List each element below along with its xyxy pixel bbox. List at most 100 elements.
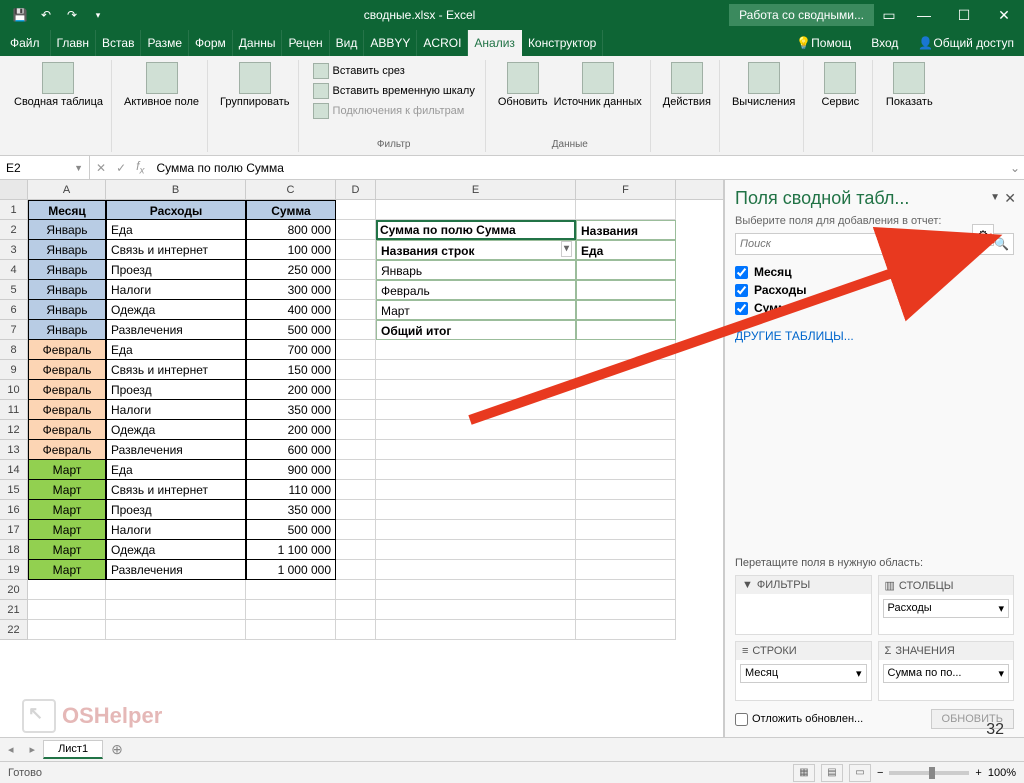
table-header-month[interactable]: Месяц [28, 200, 106, 220]
cell[interactable] [376, 500, 576, 520]
cell[interactable] [336, 440, 376, 460]
row-header[interactable]: 17 [0, 520, 28, 540]
cell[interactable] [576, 400, 676, 420]
cell[interactable] [336, 380, 376, 400]
cell[interactable] [336, 200, 376, 220]
pivot-sum-by-field[interactable]: Сумма по полю Сумма [376, 220, 576, 240]
cell-month[interactable]: Январь [28, 220, 106, 240]
cell[interactable] [376, 440, 576, 460]
row-header[interactable]: 3 [0, 240, 28, 260]
cell-expense[interactable]: Налоги [106, 400, 246, 420]
cell[interactable] [376, 400, 576, 420]
cell-sum[interactable]: 800 000 [246, 220, 336, 240]
cell-month[interactable]: Январь [28, 300, 106, 320]
field-checkbox[interactable] [735, 284, 748, 297]
cell-expense[interactable]: Одежда [106, 420, 246, 440]
cell[interactable] [576, 460, 676, 480]
col-header-C[interactable]: C [246, 180, 336, 199]
cell[interactable] [376, 600, 576, 620]
cell[interactable] [336, 400, 376, 420]
cell[interactable] [376, 200, 576, 220]
cell[interactable] [376, 540, 576, 560]
data-source-button[interactable]: Источник данных [554, 62, 642, 108]
calc-button[interactable]: Вычисления [732, 62, 795, 108]
row-header[interactable]: 2 [0, 220, 28, 240]
cell-month[interactable]: Февраль [28, 440, 106, 460]
cell-expense[interactable]: Развлечения [106, 320, 246, 340]
cell[interactable] [576, 440, 676, 460]
row-header[interactable]: 15 [0, 480, 28, 500]
area-columns-item[interactable]: Расходы▾ [883, 599, 1010, 618]
tab-анализ[interactable]: Анализ [468, 30, 522, 56]
cell[interactable] [576, 480, 676, 500]
cell-expense[interactable]: Развлечения [106, 440, 246, 460]
row-header[interactable]: 5 [0, 280, 28, 300]
col-header-D[interactable]: D [336, 180, 376, 199]
cell[interactable] [576, 320, 676, 340]
sheet-nav-prev[interactable]: ◂ [0, 743, 22, 756]
ribbon-display-options[interactable]: ▭ [874, 0, 904, 30]
pivot-row-item[interactable]: Март [376, 300, 576, 320]
cell-sum[interactable]: 900 000 [246, 460, 336, 480]
share-button[interactable]: 👤 Общий доступ [908, 30, 1024, 56]
zoom-level[interactable]: 100% [988, 767, 1016, 779]
cell[interactable] [336, 240, 376, 260]
cell-expense[interactable]: Проезд [106, 380, 246, 400]
cell[interactable] [576, 360, 676, 380]
area-columns[interactable]: ▥СТОЛБЦЫ Расходы▾ [878, 575, 1015, 635]
cell-month[interactable]: Февраль [28, 400, 106, 420]
table-header-sum[interactable]: Сумма [246, 200, 336, 220]
cell[interactable] [576, 520, 676, 540]
service-button[interactable]: Сервис [816, 62, 864, 108]
cell[interactable] [376, 620, 576, 640]
sheet-nav-next[interactable]: ▸ [22, 743, 44, 756]
gear-icon[interactable]: ⚙ [972, 224, 994, 246]
cell-expense[interactable]: Развлечения [106, 560, 246, 580]
row-header[interactable]: 22 [0, 620, 28, 640]
col-header-E[interactable]: E [376, 180, 576, 199]
cell[interactable] [336, 560, 376, 580]
zoom-out-button[interactable]: − [877, 767, 883, 779]
row-header[interactable]: 9 [0, 360, 28, 380]
cell[interactable] [576, 620, 676, 640]
view-page-break-button[interactable]: ▭ [849, 764, 871, 782]
cell[interactable] [336, 420, 376, 440]
tab-abbyy[interactable]: ABBYY [364, 30, 417, 56]
area-filters[interactable]: ▼ФИЛЬТРЫ [735, 575, 872, 635]
cell-month[interactable]: Январь [28, 280, 106, 300]
cell-sum[interactable]: 300 000 [246, 280, 336, 300]
cell[interactable] [336, 480, 376, 500]
sheet-tab[interactable]: Лист1 [43, 740, 103, 759]
close-button[interactable]: ✕ [984, 0, 1024, 30]
table-header-expense[interactable]: Расходы [106, 200, 246, 220]
field-checkbox[interactable] [735, 302, 748, 315]
cell-expense[interactable]: Проезд [106, 260, 246, 280]
cell[interactable] [576, 500, 676, 520]
close-pane-icon[interactable]: ✕ [1004, 190, 1016, 207]
cell-month[interactable]: Март [28, 520, 106, 540]
row-header[interactable]: 6 [0, 300, 28, 320]
cell[interactable] [336, 300, 376, 320]
filter-connections-button[interactable]: Подключения к фильтрам [311, 102, 477, 120]
cell-sum[interactable]: 1 000 000 [246, 560, 336, 580]
tab-встав[interactable]: Встав [96, 30, 141, 56]
select-all-corner[interactable] [0, 180, 28, 199]
chevron-down-icon[interactable]: ▼ [74, 163, 83, 173]
cell[interactable] [28, 580, 106, 600]
tab-acroi[interactable]: ACROI [417, 30, 468, 56]
cell-expense[interactable]: Еда [106, 220, 246, 240]
pivot-col-item[interactable]: Еда [576, 240, 676, 260]
insert-timeline-button[interactable]: Вставить временную шкалу [311, 82, 477, 100]
col-header-F[interactable]: F [576, 180, 676, 199]
pivot-table-button[interactable]: Сводная таблица [14, 62, 103, 108]
tab-рецен[interactable]: Рецен [282, 30, 329, 56]
cell[interactable] [246, 600, 336, 620]
tab-разме[interactable]: Разме [141, 30, 189, 56]
cell-expense[interactable]: Проезд [106, 500, 246, 520]
cell[interactable] [576, 540, 676, 560]
pivot-row-item[interactable]: Январь [376, 260, 576, 280]
save-button[interactable]: 💾 [8, 3, 32, 27]
cell[interactable] [336, 340, 376, 360]
zoom-slider[interactable] [889, 771, 969, 775]
field-Месяц[interactable]: Месяц [735, 263, 1014, 281]
